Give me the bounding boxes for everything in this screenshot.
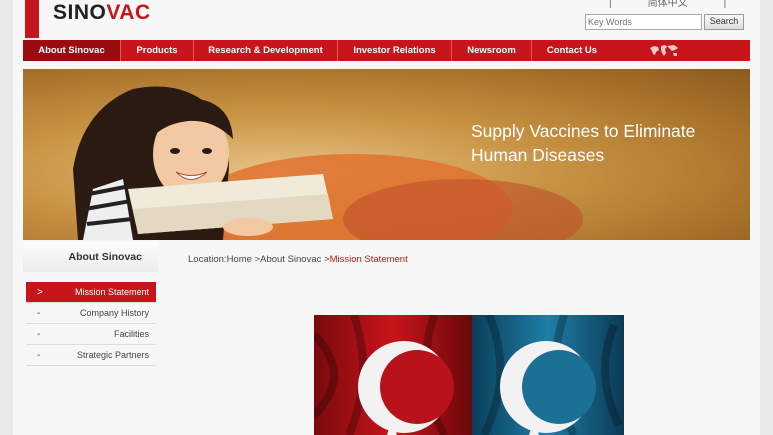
lang-chinese-link[interactable]: 简体中文 — [648, 0, 688, 9]
lang-divider-left: | — [609, 0, 612, 9]
breadcrumb: Location:Home >About Sinovac >Mission St… — [188, 254, 408, 265]
nav-contact-us[interactable]: Contact Us — [532, 40, 612, 61]
dash-icon: - — [37, 308, 41, 319]
dash-icon: - — [37, 350, 41, 361]
sidebar-item-label: Facilities — [113, 329, 149, 339]
nav-about-sinovac[interactable]: About Sinovac — [23, 40, 121, 61]
logo-accent: VAC — [106, 1, 151, 24]
sidebar-item-label: Strategic Partners — [76, 350, 149, 360]
search-button[interactable]: Search — [704, 14, 744, 30]
sinovac-logo[interactable]: SINOVAC — [53, 1, 151, 25]
language-bar: | 简体中文 | — [609, 0, 726, 9]
breadcrumb-home[interactable]: Home — [227, 254, 252, 265]
dash-icon: - — [37, 329, 41, 340]
banner-line-2: Human Diseases — [471, 145, 605, 165]
search-input[interactable] — [585, 14, 702, 30]
sidebar-item-strategic-partners[interactable]: - Strategic Partners — [26, 345, 156, 366]
chevron-right-icon: > — [37, 287, 43, 298]
nav-newsroom[interactable]: Newsroom — [452, 40, 532, 61]
nav-products[interactable]: Products — [121, 40, 194, 61]
page-container: SINOVAC | 简体中文 | Search About Sinovac Prod… — [13, 0, 760, 435]
nav-research-development[interactable]: Research & Development — [194, 40, 338, 61]
flags-image — [314, 315, 624, 435]
breadcrumb-section[interactable]: About Sinovac — [260, 254, 321, 265]
brand-bar — [25, 0, 39, 38]
nav-investor-relations[interactable]: Investor Relations — [338, 40, 452, 61]
breadcrumb-prefix: Location: — [188, 254, 227, 265]
sidebar-item-facilities[interactable]: - Facilities — [26, 324, 156, 345]
lang-divider-right: | — [723, 0, 727, 9]
sidebar-item-mission-statement[interactable]: > Mission Statement — [26, 282, 156, 303]
hero-banner: Supply Vaccines to Eliminate Human Disea… — [23, 69, 750, 240]
logo-main: SINO — [53, 1, 107, 24]
sidebar-menu: > Mission Statement - Company History - … — [26, 282, 156, 366]
main-nav: About Sinovac Products Research & Develo… — [23, 40, 750, 61]
sidebar-item-label: Company History — [79, 308, 149, 318]
flags-illustration — [314, 315, 624, 435]
breadcrumb-current: Mission Statement — [329, 254, 408, 265]
banner-tagline: Supply Vaccines to Eliminate Human Disea… — [471, 119, 741, 167]
banner-line-1: Supply Vaccines to Eliminate — [471, 121, 696, 141]
sidebar-title: About Sinovac — [23, 242, 158, 272]
sidebar-item-label: Mission Statement — [74, 287, 149, 297]
sidebar-item-company-history[interactable]: - Company History — [26, 303, 156, 324]
world-map-icon[interactable] — [648, 43, 680, 58]
